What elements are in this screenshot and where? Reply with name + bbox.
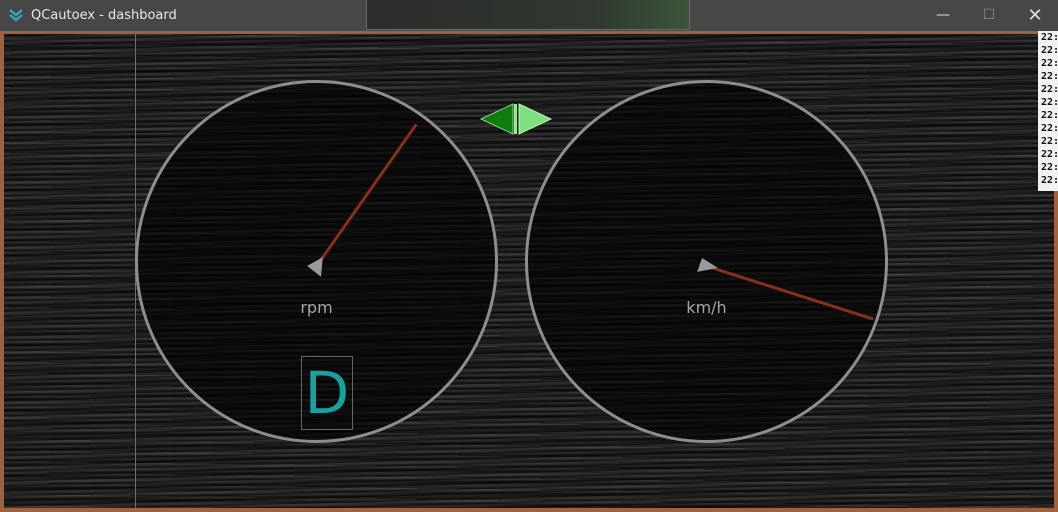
- chevron-down-icon: [9, 9, 23, 22]
- log-line: 22:: [1041, 32, 1058, 43]
- log-line: 22:: [1041, 149, 1058, 160]
- window-title: QCautoex - dashboard: [31, 8, 177, 23]
- speed-gauge: km/h: [525, 80, 888, 443]
- close-button[interactable]: ✕: [1012, 0, 1058, 31]
- log-line: 22:: [1041, 71, 1058, 82]
- gear-label: D: [304, 359, 350, 427]
- gear-indicator: D: [301, 356, 353, 430]
- right-turn-signal-icon: [518, 103, 553, 135]
- maximize-button[interactable]: ☐: [966, 0, 1012, 31]
- speed-needle: [697, 258, 874, 321]
- log-line: 22:: [1041, 97, 1058, 108]
- log-line: 22:: [1041, 110, 1058, 121]
- speed-unit-label: km/h: [686, 298, 727, 317]
- log-line: 22:: [1041, 123, 1058, 134]
- turn-signal-indicators: [479, 103, 553, 135]
- log-line: 22:: [1041, 162, 1058, 173]
- log-line: 22:: [1041, 45, 1058, 56]
- minimize-button[interactable]: —: [920, 0, 966, 31]
- left-turn-signal-icon: [479, 103, 514, 135]
- log-line: 22:: [1041, 175, 1058, 186]
- rpm-gauge: rpm D: [135, 80, 498, 443]
- dashboard-canvas: rpm D km/h: [0, 31, 1058, 512]
- log-line: 22:: [1041, 84, 1058, 95]
- log-line: 22:: [1041, 58, 1058, 69]
- log-panel: 22: 22: 22: 22: 22: 22: 22: 22: 22: 22: …: [1038, 31, 1058, 191]
- rpm-unit-label: rpm: [300, 298, 333, 317]
- title-bar: QCautoex - dashboard — ☐ ✕: [0, 0, 1058, 31]
- camera-preview-thumbnail[interactable]: [366, 0, 690, 30]
- log-line: 22:: [1041, 136, 1058, 147]
